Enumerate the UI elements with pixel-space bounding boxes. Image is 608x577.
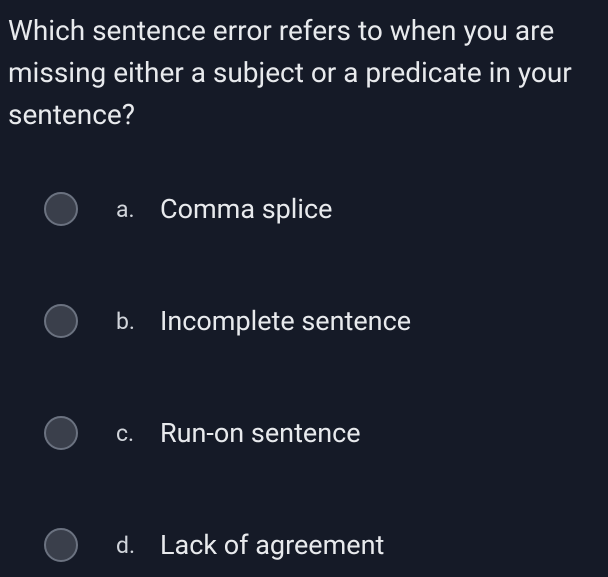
radio-icon[interactable] xyxy=(44,304,78,338)
option-a[interactable]: a. Comma splice xyxy=(44,192,608,226)
question-text: Which sentence error refers to when you … xyxy=(0,0,608,136)
radio-icon[interactable] xyxy=(44,416,78,450)
option-d[interactable]: d. Lack of agreement xyxy=(44,528,608,562)
option-text: Incomplete sentence xyxy=(160,305,411,337)
option-letter: d. xyxy=(116,532,142,559)
option-b[interactable]: b. Incomplete sentence xyxy=(44,304,608,338)
option-text: Lack of agreement xyxy=(160,529,384,561)
radio-icon[interactable] xyxy=(44,192,78,226)
option-letter: b. xyxy=(116,308,142,335)
option-letter: c. xyxy=(116,420,142,447)
option-text: Run-on sentence xyxy=(160,417,361,449)
radio-icon[interactable] xyxy=(44,528,78,562)
option-text: Comma splice xyxy=(160,193,332,225)
options-list: a. Comma splice b. Incomplete sentence c… xyxy=(0,192,608,562)
option-letter: a. xyxy=(116,196,142,223)
option-c[interactable]: c. Run-on sentence xyxy=(44,416,608,450)
